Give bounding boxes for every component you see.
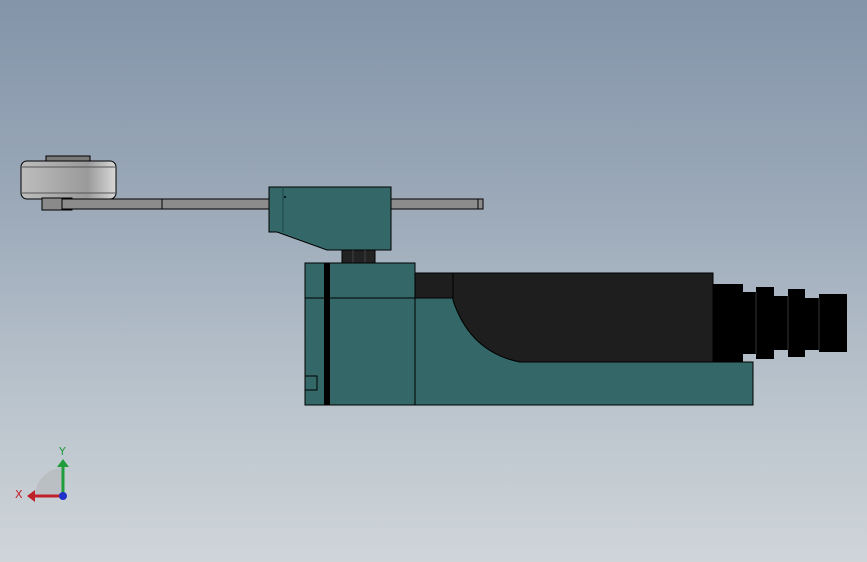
switch-head-block	[304, 262, 416, 406]
lever-head-body	[268, 186, 392, 251]
switch-body[interactable]	[414, 272, 754, 406]
gland-ring-4	[788, 289, 805, 357]
lever-arm-end	[477, 198, 484, 210]
gland-ring-5	[803, 298, 819, 350]
x-arrow-head	[27, 490, 35, 502]
gland-ring-1	[738, 292, 758, 354]
shaft-block	[341, 249, 376, 264]
lever-head[interactable]	[268, 186, 392, 251]
graphics-viewport[interactable]: Y X	[0, 0, 867, 562]
reference-triad: Y X	[15, 445, 69, 502]
y-arrow-head	[57, 459, 69, 467]
cable-gland[interactable]	[713, 284, 847, 362]
lever-arm-section-1	[61, 198, 163, 210]
gland-tip	[819, 294, 847, 352]
y-axis-label: Y	[58, 445, 66, 458]
switch-head-groove	[324, 263, 330, 405]
lever-arm-section-2	[161, 198, 271, 210]
cad-model-scene[interactable]	[0, 0, 867, 562]
z-axis-dot	[59, 492, 67, 500]
switch-head-housing[interactable]	[304, 262, 416, 406]
x-axis-label: X	[15, 488, 23, 501]
actuator-shaft[interactable]	[341, 249, 376, 264]
gland-ring-2	[756, 287, 774, 359]
triad-xy-plane	[35, 468, 63, 496]
lever-arm-section-3	[389, 198, 479, 210]
gland-ring-3	[772, 296, 788, 350]
